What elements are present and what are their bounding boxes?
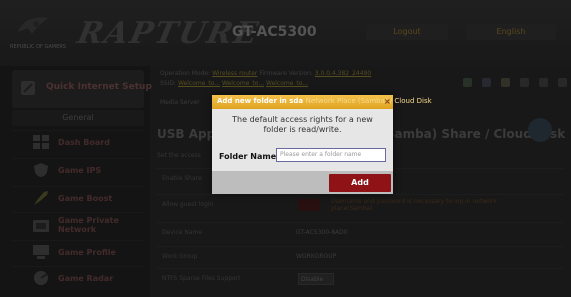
add-button[interactable]: Add: [329, 174, 391, 192]
close-icon[interactable]: ×: [384, 97, 391, 106]
add-folder-dialog: Add new folder in sda Network Place (Sam…: [212, 95, 432, 194]
folder-name-label: Folder Name:: [219, 152, 280, 161]
dialog-title-folder: sda: [289, 97, 304, 105]
dialog-header: Add new folder in sda Network Place (Sam…: [212, 95, 432, 109]
dialog-title: Add new folder in sda Network Place (Sam…: [217, 97, 432, 105]
dialog-title-suffix: Network Place (Samba) / Cloud Disk: [305, 97, 432, 105]
dialog-title-prefix: Add new folder in: [217, 97, 287, 105]
router-admin-page: REPUBLIC OF GAMERS RAPTURE GT-AC5300 Log…: [0, 0, 571, 297]
dialog-message: The default access rights for a new fold…: [232, 115, 373, 134]
folder-name-input[interactable]: Please enter a folder name: [276, 148, 386, 162]
